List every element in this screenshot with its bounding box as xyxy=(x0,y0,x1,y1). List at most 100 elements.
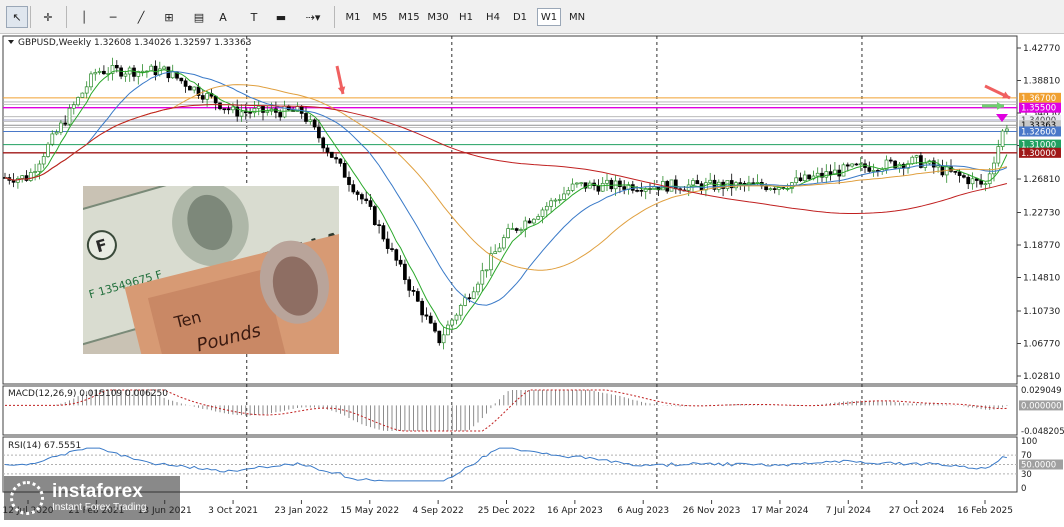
candle-body xyxy=(102,70,106,75)
macd-label: MACD(12,26,9) 0.015109 0.006250 xyxy=(8,389,168,399)
candle-body xyxy=(312,119,317,128)
candle-body xyxy=(162,66,166,70)
candle-body xyxy=(858,163,863,166)
candle-body xyxy=(364,198,369,202)
logo-brand: instaforex xyxy=(52,481,143,502)
instaforex-logo-icon xyxy=(10,481,44,515)
timeframe-d1-button[interactable]: D1 xyxy=(509,8,531,26)
candle-body xyxy=(97,70,102,73)
candle-body xyxy=(265,110,270,113)
candle-body xyxy=(600,182,605,192)
candle-body xyxy=(334,157,338,160)
candle-body xyxy=(222,108,227,111)
candle-body xyxy=(24,175,29,181)
candle-body xyxy=(845,164,850,167)
candle-body xyxy=(914,155,919,158)
candle-body xyxy=(321,137,326,149)
candle-body xyxy=(398,259,403,265)
candle-body xyxy=(243,111,248,114)
timeframe-h1-button[interactable]: H1 xyxy=(455,8,477,26)
rsi-label: RSI(14) 67.5551 xyxy=(8,441,81,451)
logo-tagline: Instant Forex Trading xyxy=(52,502,147,513)
candle-body xyxy=(695,180,700,185)
price-axis-label: 1.10730 xyxy=(1023,307,1060,317)
candle-body xyxy=(519,229,523,231)
timeframe-m1-button[interactable]: M1 xyxy=(342,8,364,26)
candle-body xyxy=(450,319,455,326)
candle-body xyxy=(471,291,476,299)
date-axis-label: 17 Mar 2024 xyxy=(751,506,808,516)
candle-body xyxy=(446,324,450,336)
label-icon[interactable]: T xyxy=(244,6,264,28)
candle-body xyxy=(497,247,502,253)
candle-body xyxy=(824,171,829,178)
candle-body xyxy=(80,92,85,98)
price-axis-label: 1.02810 xyxy=(1023,372,1060,382)
candle-body xyxy=(342,162,347,178)
timeframe-m15-button[interactable]: M15 xyxy=(396,8,422,26)
candle-body xyxy=(179,77,184,82)
candle-body xyxy=(794,177,799,184)
vertical-line-icon[interactable]: │ xyxy=(76,6,92,28)
candle-body xyxy=(153,65,158,76)
candle-body xyxy=(63,122,68,125)
candle-body xyxy=(252,108,257,114)
toolbar-separator xyxy=(30,6,31,28)
candle-body xyxy=(962,175,966,178)
timeframe-m30-button[interactable]: M30 xyxy=(425,8,451,26)
candle-body xyxy=(798,177,803,182)
candle-body xyxy=(67,107,72,125)
candle-body xyxy=(308,119,313,122)
candle-body xyxy=(329,151,334,158)
price-axis-label: 1.42770 xyxy=(1023,44,1060,54)
candle-body xyxy=(493,251,498,254)
price-level-tag: 1.36700 xyxy=(1019,92,1061,104)
price-level-tag-label: 1.35500 xyxy=(1021,104,1056,114)
candle-body xyxy=(841,164,846,177)
candle-body xyxy=(248,111,252,114)
candle-body xyxy=(433,322,437,332)
candle-body xyxy=(716,181,721,190)
candle-body xyxy=(11,180,16,183)
candle-body xyxy=(940,165,945,176)
candle-body xyxy=(532,218,536,224)
candle-body xyxy=(355,191,360,195)
crosshair-icon[interactable]: ✛ xyxy=(36,6,60,28)
candle-body xyxy=(553,199,558,202)
timeframe-m5-button[interactable]: M5 xyxy=(369,8,391,26)
channel-icon[interactable]: ▤ xyxy=(190,6,208,28)
timeframe-w1-button[interactable]: W1 xyxy=(537,8,561,26)
trendline-icon[interactable]: ╱ xyxy=(132,6,150,28)
candle-body xyxy=(213,95,218,104)
candle-body xyxy=(33,171,37,173)
timeframe-mn-button[interactable]: MN xyxy=(565,8,589,26)
candle-body xyxy=(37,163,42,172)
macd-axis-label: -0.048205 xyxy=(1021,427,1064,437)
candle-body xyxy=(557,199,562,201)
candle-body xyxy=(278,112,283,118)
candle-body xyxy=(123,73,128,77)
fibonacci-icon[interactable]: ⊞ xyxy=(158,6,180,28)
cursor-icon[interactable]: ↖ xyxy=(6,6,28,28)
horizontal-line-icon[interactable]: ─ xyxy=(104,6,122,28)
candle-body xyxy=(484,269,489,272)
candle-body xyxy=(815,172,820,177)
candle-body xyxy=(566,190,571,195)
candle-body xyxy=(764,185,768,191)
candle-body xyxy=(828,171,833,176)
candle-body xyxy=(540,209,545,217)
candle-body xyxy=(605,179,609,184)
candle-body xyxy=(635,189,639,192)
candle-body xyxy=(562,193,566,200)
candle-body xyxy=(205,93,209,100)
candle-body xyxy=(669,179,674,192)
price-axis-label: 1.18770 xyxy=(1023,241,1060,251)
candle-body xyxy=(871,170,876,172)
shapes-dropdown-icon[interactable]: ⇢▾ xyxy=(298,6,328,28)
candle-body xyxy=(579,182,584,185)
timeframe-h4-button[interactable]: H4 xyxy=(482,8,504,26)
candle-body xyxy=(188,86,192,91)
rectangle-icon[interactable]: ▬ xyxy=(270,6,292,28)
text-icon[interactable]: A xyxy=(214,6,232,28)
candle-body xyxy=(639,190,644,192)
